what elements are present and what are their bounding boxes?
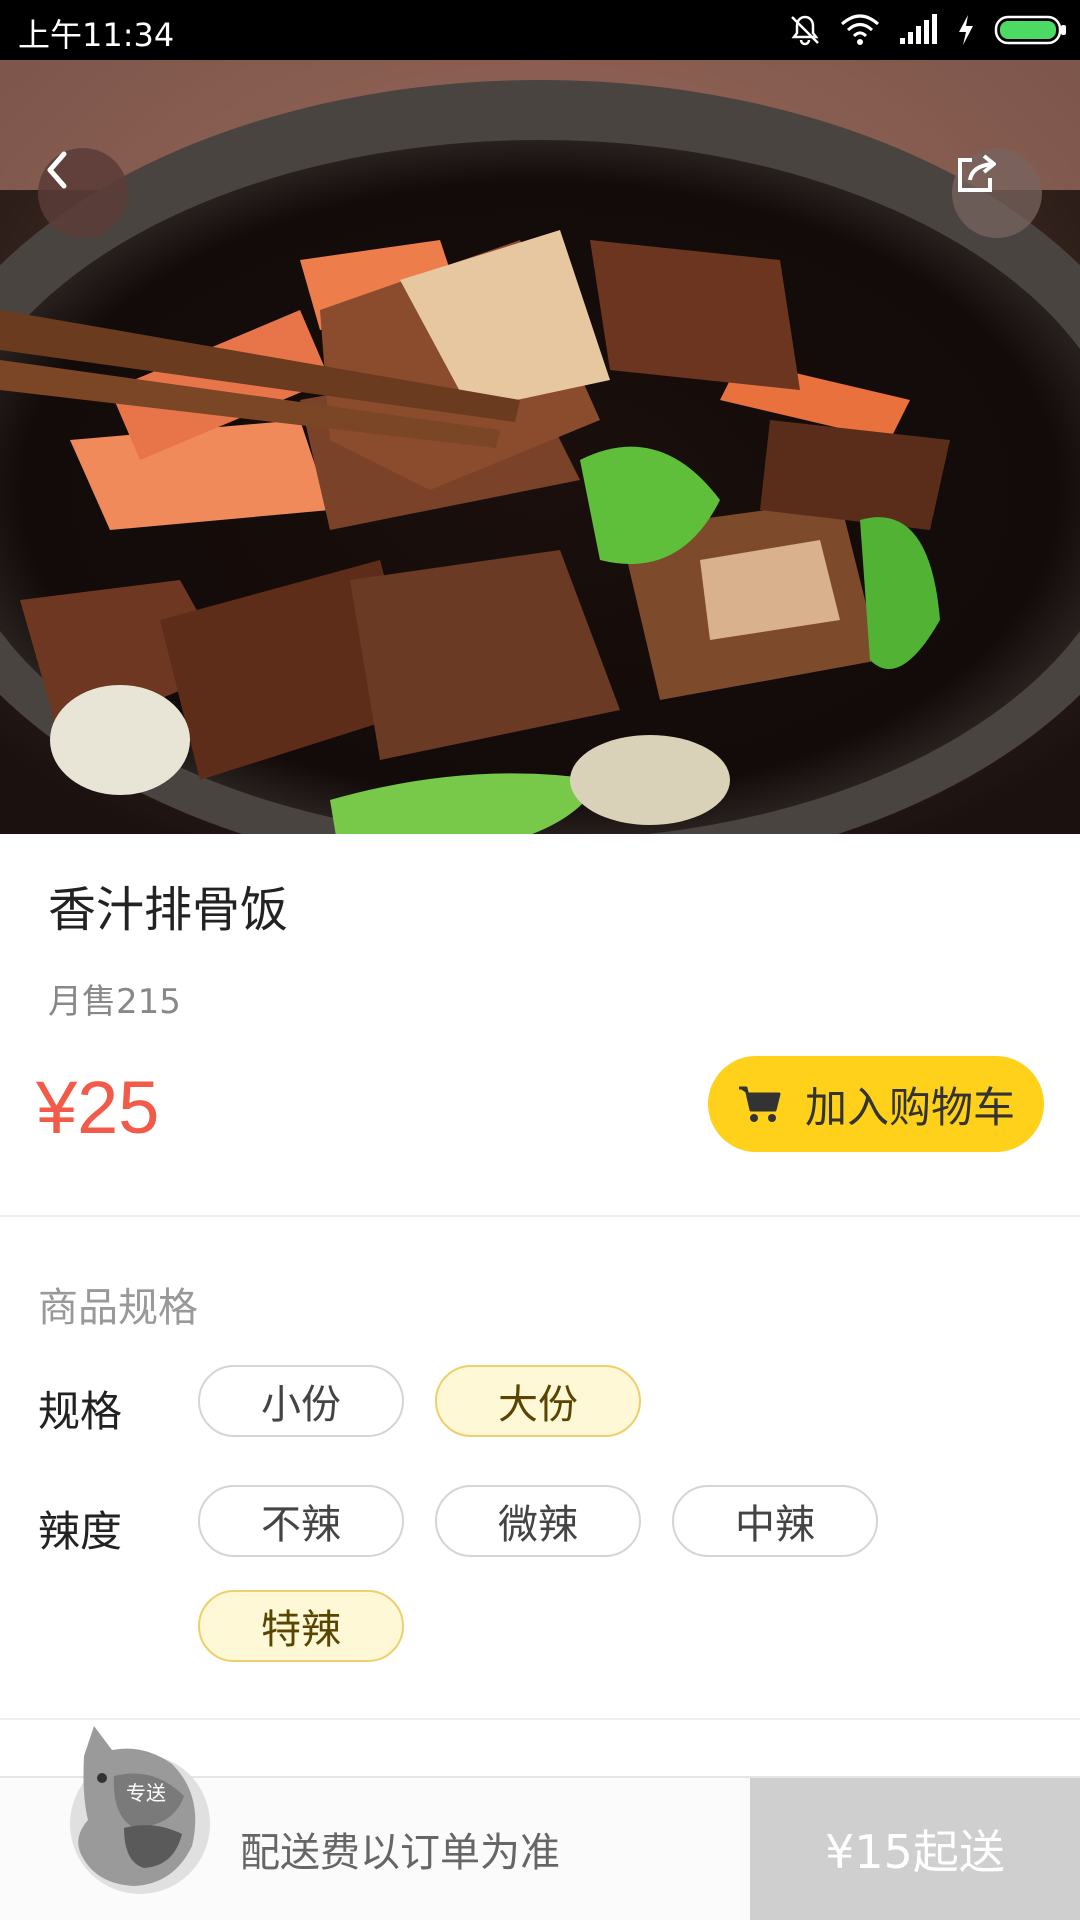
delivery-fee-note: 配送费以订单为准	[240, 1830, 560, 1876]
size-label: 规格	[38, 1387, 123, 1436]
bell-muted-icon	[791, 15, 819, 46]
mascot-badge: 专送	[126, 1781, 166, 1805]
status-bar: 上午11:34	[0, 0, 1080, 60]
food-photo	[0, 60, 1080, 834]
share-button[interactable]	[952, 148, 1042, 238]
cart-icon	[738, 1086, 781, 1122]
section-divider	[0, 1215, 1080, 1217]
add-to-cart-label: 加入购物车	[804, 1082, 1015, 1132]
size-option-small[interactable]: 小份	[198, 1365, 404, 1437]
add-to-cart-button[interactable]: 加入购物车	[708, 1056, 1044, 1152]
signal-icon	[900, 14, 937, 44]
charging-icon	[959, 15, 973, 45]
share-icon	[958, 154, 996, 192]
spice-label: 辣度	[38, 1507, 123, 1556]
size-option-large[interactable]: 大份	[435, 1365, 641, 1437]
spice-option-extra-hot[interactable]: 特辣	[198, 1590, 404, 1662]
product-price: ¥25	[36, 1066, 160, 1149]
kangaroo-mascot-icon: 专送	[70, 1726, 210, 1894]
delivery-mascot: 专送	[54, 1716, 214, 1896]
monthly-sales: 月售215	[48, 982, 181, 1022]
chevron-left-icon	[47, 151, 67, 189]
wifi-icon	[841, 14, 879, 45]
back-button[interactable]	[38, 148, 128, 238]
status-icons	[788, 8, 1068, 52]
spec-heading: 商品规格	[38, 1285, 198, 1331]
min-order-button[interactable]: ¥15起送	[750, 1778, 1080, 1920]
battery-icon	[994, 15, 1066, 45]
spice-option-none[interactable]: 不辣	[198, 1485, 404, 1557]
product-photo	[0, 60, 1080, 834]
product-title: 香汁排骨饭	[48, 882, 289, 938]
status-time: 上午11:34	[18, 16, 175, 54]
spice-option-mild[interactable]: 微辣	[435, 1485, 641, 1557]
spice-option-medium[interactable]: 中辣	[672, 1485, 878, 1557]
